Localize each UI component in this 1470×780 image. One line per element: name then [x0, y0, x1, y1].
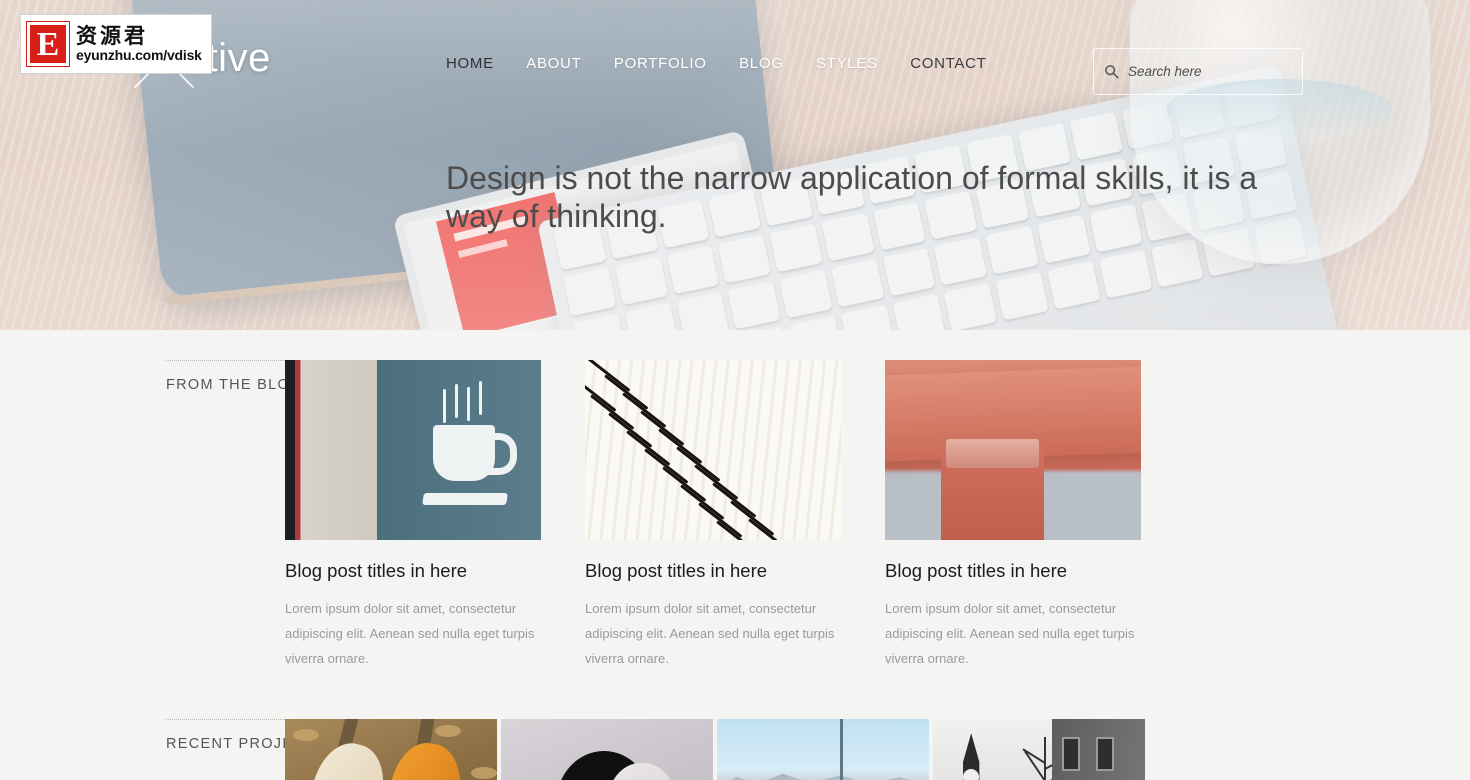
saucer-shape [422, 493, 509, 506]
project-thumbnail[interactable] [717, 719, 929, 780]
blog-post-title[interactable]: Blog post titles in here [285, 560, 541, 582]
red-beam-photo [885, 360, 1141, 540]
hero-banner: Motive E 资源君 eyunzhu.com/vdisk HOME ABOU… [0, 0, 1470, 330]
blog-section-header: FROM THE BLOG [0, 360, 371, 671]
blog-post-thumbnail[interactable] [585, 360, 841, 540]
nav-item-home[interactable]: HOME [446, 52, 494, 75]
spiral-coil [585, 360, 841, 540]
main-navigation[interactable]: HOME ABOUT PORTFOLIO BLOG STYLES CONTACT [446, 52, 1046, 75]
clock-face-icon [962, 769, 979, 780]
nav-item-about[interactable]: ABOUT [526, 52, 581, 75]
watermark-text: 资源君 eyunzhu.com/vdisk [76, 25, 202, 64]
nav-item-blog[interactable]: BLOG [739, 52, 783, 75]
from-the-blog-section: FROM THE BLOG Blog post titles in here L… [0, 360, 1470, 671]
lake-photo [717, 719, 929, 780]
nav-item-portfolio[interactable]: PORTFOLIO [614, 52, 707, 75]
plate-shape [946, 439, 1039, 468]
blog-post-excerpt: Lorem ipsum dolor sit amet, consectetur … [285, 601, 535, 667]
search-icon [1094, 64, 1128, 79]
guitars-photo [285, 719, 497, 780]
blog-post-grid: Blog post titles in here Lorem ipsum dol… [285, 360, 1141, 671]
pole-shape [839, 719, 843, 780]
stone-building [1051, 719, 1145, 780]
blog-post-title[interactable]: Blog post titles in here [585, 560, 841, 582]
coffee-cup-photo [285, 360, 541, 540]
blog-post-title[interactable]: Blog post titles in here [885, 560, 1141, 582]
page-content: FROM THE BLOG Blog post titles in here L… [0, 330, 1470, 780]
portrait-photo [501, 719, 713, 780]
steam-icon [441, 380, 487, 425]
nav-item-contact[interactable]: CONTACT [910, 52, 986, 75]
watermark-badge: E 资源君 eyunzhu.com/vdisk [20, 14, 212, 74]
cup-shape [433, 424, 518, 481]
recent-projects-section: RECENT PROJECTS [0, 719, 1470, 780]
search-input[interactable] [1128, 64, 1307, 79]
blog-post-excerpt: Lorem ipsum dolor sit amet, consectetur … [585, 601, 835, 667]
projects-section-title: RECENT PROJECTS [166, 736, 327, 753]
blog-section-title: FROM THE BLOG [166, 377, 303, 393]
project-thumbnail[interactable] [501, 719, 713, 780]
mountain-range [717, 773, 929, 780]
blog-post-thumbnail[interactable] [285, 360, 541, 540]
blog-post-thumbnail[interactable] [885, 360, 1141, 540]
clock-tower-photo [933, 719, 1145, 780]
guitar-body [380, 737, 468, 780]
project-thumbnail[interactable] [933, 719, 1145, 780]
hero-headline: Design is not the narrow application of … [446, 160, 1258, 234]
watermark-letter-icon: E [26, 21, 70, 67]
blog-post-excerpt: Lorem ipsum dolor sit amet, consectetur … [885, 601, 1135, 667]
blog-post-card[interactable]: Blog post titles in here Lorem ipsum dol… [885, 360, 1141, 671]
blog-post-card[interactable]: Blog post titles in here Lorem ipsum dol… [585, 360, 841, 671]
search-box[interactable] [1093, 48, 1307, 95]
notebook-photo [585, 360, 841, 540]
watermark-url-label: eyunzhu.com/vdisk [76, 46, 202, 63]
nav-item-styles[interactable]: STYLES [816, 52, 878, 75]
blog-post-card[interactable]: Blog post titles in here Lorem ipsum dol… [285, 360, 541, 671]
projects-thumbnail-strip [285, 719, 1145, 780]
guitar-body [298, 736, 394, 780]
projects-section-header: RECENT PROJECTS [0, 719, 371, 780]
watermark-chinese-label: 资源君 [76, 23, 148, 48]
project-thumbnail[interactable] [285, 719, 497, 780]
